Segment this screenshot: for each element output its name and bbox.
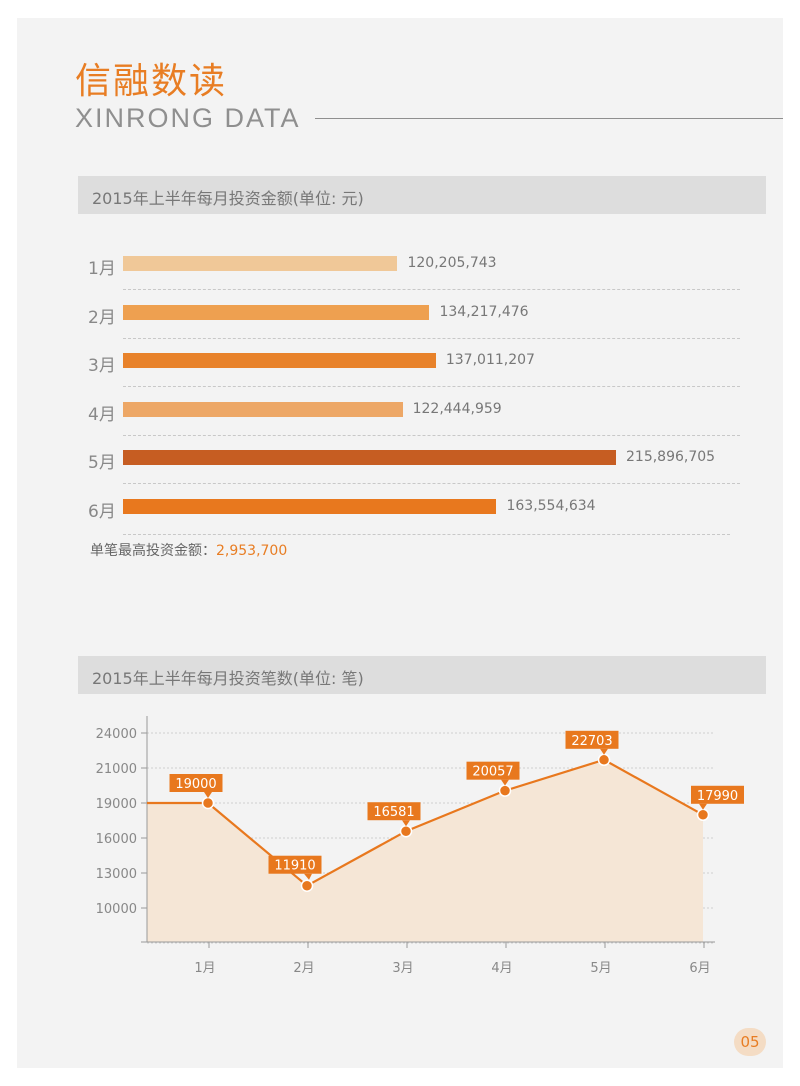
x-tick-label: 3月 [392,961,413,976]
data-point [696,808,710,822]
data-label: 22703 [571,734,612,749]
y-tick-label: 10000 [96,902,137,917]
data-point [498,784,512,797]
data-label-pointer [600,748,608,755]
data-label: 17990 [697,789,738,804]
x-tick-label: 6月 [689,961,710,976]
y-tick-label: 24000 [96,727,137,742]
y-tick-label: 13000 [96,867,137,882]
data-label: 19000 [175,777,216,792]
data-point [597,753,611,767]
x-tick-label: 2月 [293,961,314,976]
data-label: 11910 [274,859,315,874]
data-point [201,796,215,810]
data-label: 20057 [472,765,513,780]
x-tick-label: 1月 [194,961,215,976]
y-tick-label: 21000 [96,762,137,777]
data-label-pointer [402,820,410,827]
y-tick-label: 16000 [96,832,137,847]
data-label: 16581 [373,805,414,820]
data-label-pointer [204,792,212,798]
data-point [399,824,413,838]
area-fill [147,759,703,942]
data-label-pointer [304,873,312,880]
data-point [300,879,314,892]
data-label-pointer [501,779,509,786]
data-label-pointer [699,803,707,810]
page-number: 05 [734,1028,766,1056]
x-tick-label: 5月 [590,961,611,976]
y-tick-label: 19000 [96,797,137,812]
x-tick-label: 4月 [491,961,512,976]
count-line-chart: 10000 13000 16000 19000 21000 24000 19000 1月 119… [96,716,744,976]
